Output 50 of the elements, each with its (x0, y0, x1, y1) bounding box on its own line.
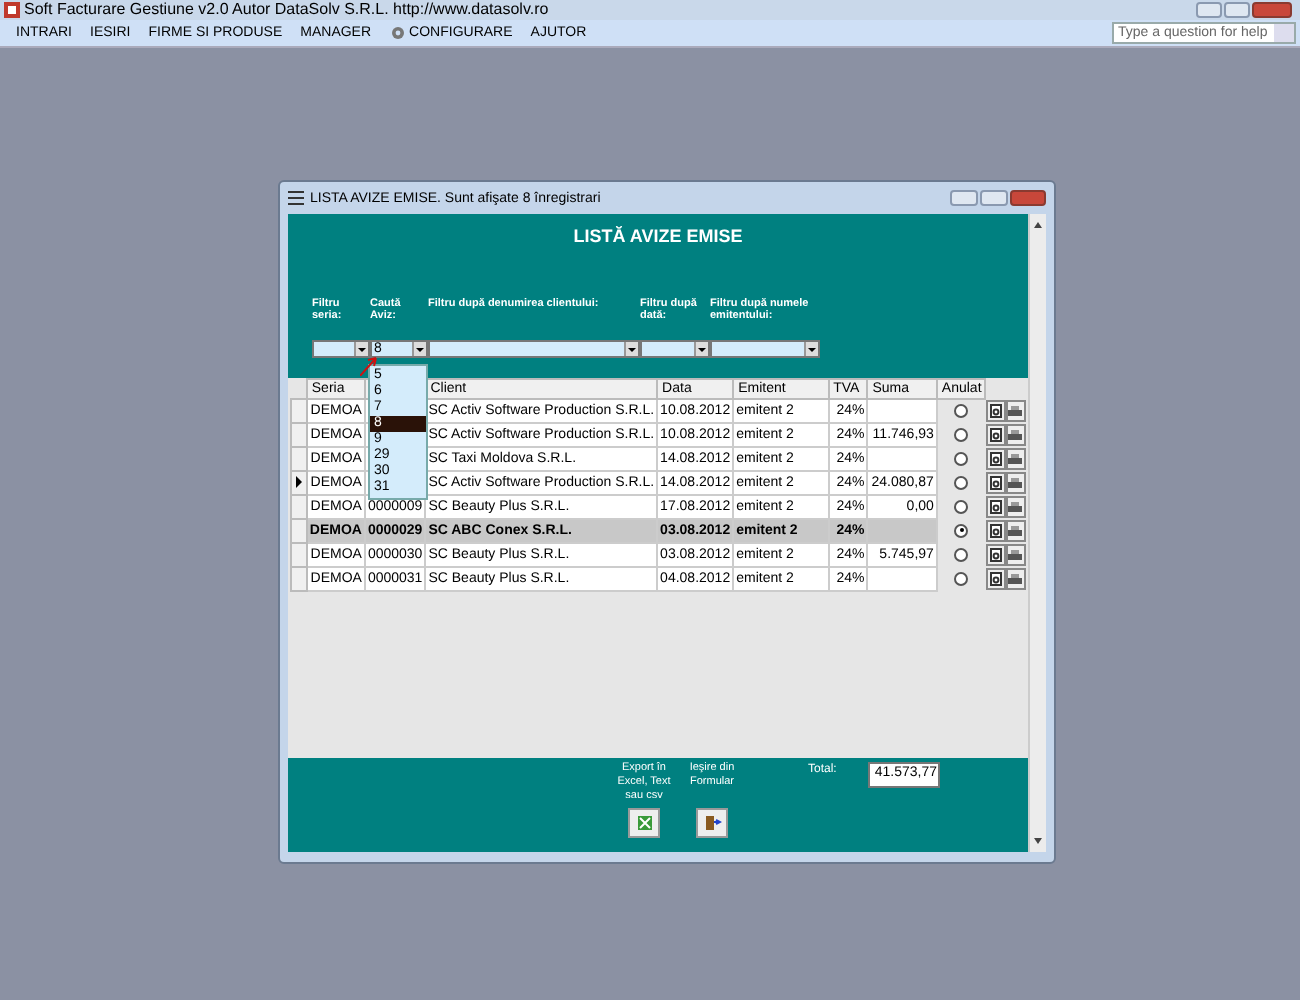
radio-button[interactable] (954, 427, 969, 442)
radio-button[interactable] (954, 451, 969, 466)
radio-button[interactable] (954, 571, 969, 586)
export-button[interactable] (628, 808, 660, 838)
app-icon (4, 2, 20, 18)
dropdown-arrow-icon[interactable] (358, 347, 366, 351)
radio-button[interactable] (954, 499, 969, 514)
door-icon (703, 814, 721, 832)
print-button[interactable] (1005, 544, 1026, 567)
document-icon (989, 451, 1002, 466)
print-button[interactable] (1005, 520, 1026, 543)
document-icon (989, 499, 1002, 514)
print-button[interactable] (1005, 568, 1026, 591)
print-button[interactable] (1005, 400, 1026, 423)
close-button[interactable] (1010, 190, 1046, 206)
filter-combo[interactable] (640, 340, 710, 358)
document-icon (989, 523, 1002, 538)
document-icon (989, 571, 1002, 586)
list-icon (288, 190, 304, 206)
app-title: Soft Facturare Gestiune v2.0 Autor DataSolv S.R.L. http://www.datasolv.ro (24, 2, 549, 18)
radio-button[interactable] (954, 547, 969, 562)
row-selector[interactable] (291, 471, 307, 495)
dropdown-arrow-icon[interactable] (698, 347, 706, 351)
scroll-up-icon[interactable] (1034, 222, 1042, 228)
radio-button[interactable] (954, 523, 969, 538)
dropdown-arrow-icon[interactable] (628, 347, 636, 351)
spreadsheet-icon (635, 814, 653, 832)
print-button[interactable] (1005, 472, 1026, 495)
dropdown-arrow-icon[interactable] (416, 347, 424, 351)
print-button[interactable] (1005, 496, 1026, 519)
print-button[interactable] (1005, 448, 1026, 471)
scrollbar[interactable] (1028, 214, 1046, 852)
filter-combo[interactable] (312, 340, 370, 358)
current-row-icon (295, 475, 302, 487)
filter-combo[interactable] (428, 340, 640, 358)
radio-button[interactable] (954, 404, 969, 419)
document-icon (989, 547, 1002, 562)
print-button[interactable] (1005, 424, 1026, 447)
gear-icon (389, 26, 406, 40)
form-heading: LISTĂ AVIZE EMISE (571, 224, 745, 250)
dropdown-arrow-icon[interactable] (808, 347, 816, 351)
radio-button[interactable] (954, 475, 969, 490)
exit-button[interactable] (696, 808, 728, 838)
document-icon (989, 475, 1002, 490)
document-icon (989, 403, 1002, 418)
preview-button[interactable] (985, 399, 1006, 422)
arrow-icon (360, 356, 378, 376)
filter-combo[interactable] (710, 340, 820, 358)
scroll-down-icon[interactable] (1034, 838, 1042, 844)
document-icon (989, 427, 1002, 442)
